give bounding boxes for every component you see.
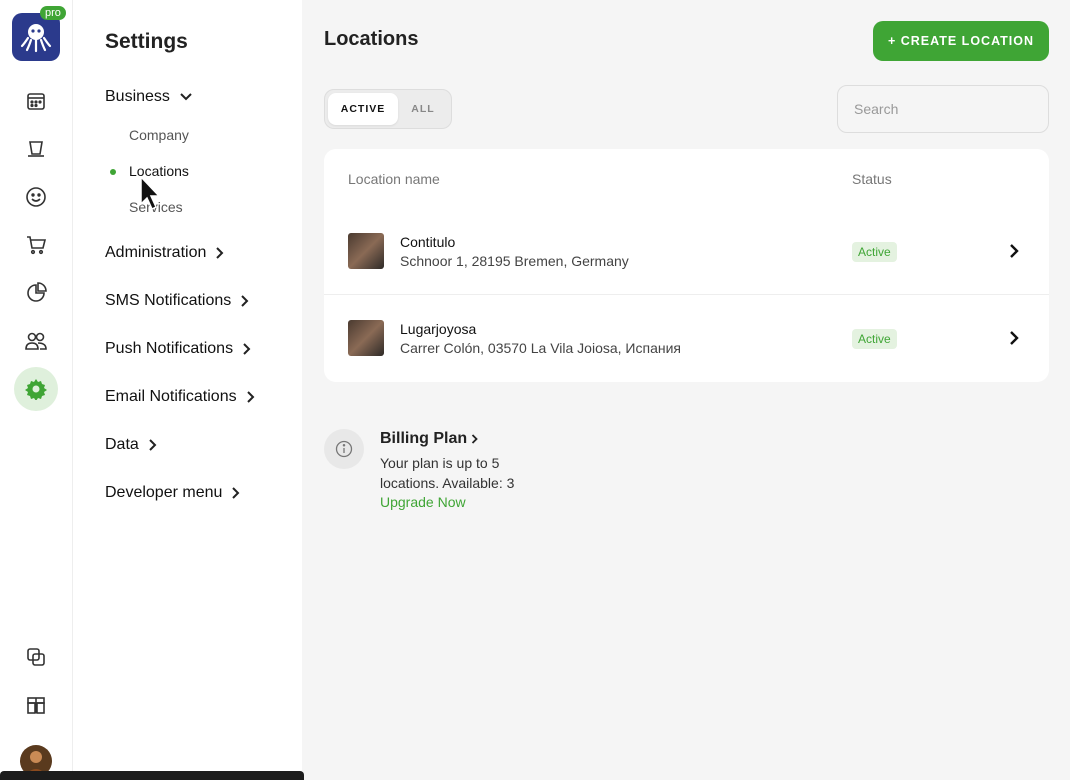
location-thumbnail [348, 320, 384, 356]
nav-sms-label: SMS Notifications [105, 292, 232, 309]
chevron-right-icon [149, 439, 157, 451]
nav-administration-label: Administration [105, 244, 207, 261]
chevron-right-icon [232, 487, 240, 499]
chevron-right-icon [471, 434, 478, 444]
column-header-status: Status [852, 171, 892, 187]
mouse-cursor-icon [140, 176, 161, 211]
create-location-button[interactable]: + CREATE LOCATION [873, 21, 1049, 61]
nav-push-label: Push Notifications [105, 340, 234, 357]
chevron-down-icon [180, 93, 192, 101]
nav-push-notifications[interactable]: Push Notifications [105, 340, 251, 358]
smile-icon[interactable] [14, 175, 58, 219]
location-name: Lugarjoyosa [400, 321, 477, 337]
billing-plan-title: Billing Plan [380, 430, 468, 447]
info-icon [324, 429, 364, 469]
main-content: Locations + CREATE LOCATION ACTIVE ALL L… [302, 0, 1070, 780]
octopus-logo-icon [20, 24, 52, 53]
billing-plan-section: Billing Plan Your plan is up to 5 locati… [324, 428, 624, 518]
app-logo[interactable] [12, 13, 60, 61]
tab-active[interactable]: ACTIVE [328, 93, 398, 125]
chevron-right-icon [241, 295, 249, 307]
inbox-icon[interactable] [14, 127, 58, 171]
tab-all[interactable]: ALL [398, 93, 448, 125]
search-box [837, 85, 1049, 133]
search-input[interactable] [854, 101, 1035, 117]
location-address: Carrer Colón, 03570 La Vila Joiosa, Испа… [400, 340, 681, 356]
chevron-right-icon [216, 247, 224, 259]
users-icon[interactable] [14, 319, 58, 363]
table-row[interactable]: Contitulo Schnoor 1, 28195 Bremen, Germa… [324, 208, 1049, 295]
location-thumbnail [348, 233, 384, 269]
billing-plan-link[interactable]: Billing Plan [380, 430, 479, 448]
nav-item-company[interactable]: Company [129, 127, 189, 143]
browser-status-bar [0, 771, 304, 780]
billing-plan-text: Your plan is up to 5 locations. Availabl… [380, 455, 515, 491]
pie-chart-icon[interactable] [14, 271, 58, 315]
column-header-location-name: Location name [348, 171, 440, 187]
chevron-right-icon [246, 391, 255, 403]
nav-data-label: Data [105, 436, 139, 453]
chevron-right-icon[interactable] [1008, 242, 1020, 260]
settings-panel: Settings Business Company Locations Serv… [73, 0, 302, 780]
calendar-icon[interactable] [14, 79, 58, 123]
nav-business-label: Business [105, 88, 170, 105]
chevron-right-icon[interactable] [1008, 329, 1020, 347]
nav-email-label: Email Notifications [105, 388, 237, 405]
settings-icon[interactable] [14, 367, 58, 411]
apps-icon[interactable] [14, 683, 58, 727]
locations-table: Location name Status Contitulo Schnoor 1… [324, 149, 1049, 382]
nav-business[interactable]: Business [105, 88, 192, 106]
nav-sms-notifications[interactable]: SMS Notifications [105, 292, 249, 310]
nav-data[interactable]: Data [105, 436, 157, 454]
status-tabs: ACTIVE ALL [324, 89, 452, 129]
icon-rail: pro [0, 0, 73, 780]
chevron-right-icon [243, 343, 251, 355]
active-indicator-dot [110, 169, 116, 175]
status-badge: Active [852, 242, 897, 262]
pro-badge: pro [40, 6, 66, 20]
copy-icon[interactable] [14, 635, 58, 679]
table-row[interactable]: Lugarjoyosa Carrer Colón, 03570 La Vila … [324, 295, 1049, 382]
location-address: Schnoor 1, 28195 Bremen, Germany [400, 253, 629, 269]
page-title: Locations [324, 28, 419, 50]
nav-developer-menu[interactable]: Developer menu [105, 484, 240, 502]
nav-developer-label: Developer menu [105, 484, 223, 501]
settings-title: Settings [105, 30, 188, 53]
status-badge: Active [852, 329, 897, 349]
nav-email-notifications[interactable]: Email Notifications [105, 388, 255, 406]
cart-icon[interactable] [14, 223, 58, 267]
upgrade-now-link[interactable]: Upgrade Now [380, 494, 466, 510]
location-name: Contitulo [400, 234, 456, 250]
nav-administration[interactable]: Administration [105, 244, 224, 262]
create-location-label: + CREATE LOCATION [887, 34, 1035, 48]
